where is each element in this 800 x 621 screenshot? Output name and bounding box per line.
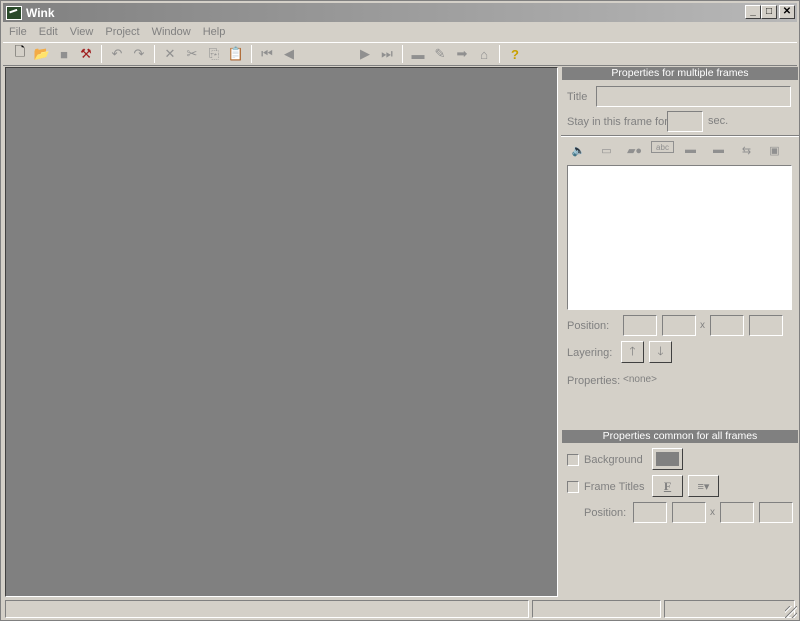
background-color-button[interactable] xyxy=(652,448,683,470)
position-x-field[interactable] xyxy=(623,315,657,336)
undo-icon[interactable]: ↶ xyxy=(106,44,128,64)
menu-view[interactable]: View xyxy=(64,26,100,38)
alignment-dropdown[interactable]: ≡▾ xyxy=(688,475,719,497)
title-field[interactable] xyxy=(596,86,791,107)
titles-width-field[interactable] xyxy=(720,502,754,523)
link-icon[interactable]: ⇆ xyxy=(735,141,758,159)
maximize-button[interactable]: □ xyxy=(761,5,777,19)
toolbar-separator xyxy=(402,45,403,63)
position-y-field[interactable] xyxy=(662,315,696,336)
status-pane-2 xyxy=(532,600,661,618)
menu-help[interactable]: Help xyxy=(197,26,232,38)
common-frames-header: Properties common for all frames xyxy=(562,430,798,443)
stay-label: Stay in this frame for xyxy=(567,116,668,128)
frame-titles-checkbox[interactable] xyxy=(567,481,579,493)
toolbar: 🗋 📂 ■ ⚒ ↶ ↷ ✕ ✂ ⎘ 📋 ⏮ ◀ ▶ ⏭ ▬ ✎ ➡ ⌂ ? xyxy=(3,42,797,66)
width-field[interactable] xyxy=(710,315,744,336)
status-pane-main xyxy=(5,600,529,618)
layer-up-button[interactable]: 🡑 xyxy=(621,341,644,363)
callout-icon[interactable]: ▭ xyxy=(595,141,618,159)
help-icon[interactable]: ? xyxy=(504,44,526,64)
menu-bar: File Edit View Project Window Help xyxy=(3,23,797,41)
properties-label: Properties: xyxy=(567,375,621,387)
shape-icon[interactable]: ▰● xyxy=(623,141,646,159)
titles-height-field[interactable] xyxy=(759,502,793,523)
box-icon[interactable]: ▬ xyxy=(679,141,702,159)
minimize-button[interactable]: _ xyxy=(745,5,761,19)
paste-icon[interactable]: 📋 xyxy=(225,44,247,64)
titles-position-label: Position: xyxy=(584,507,627,519)
multi-frame-header: Properties for multiple frames xyxy=(562,67,798,80)
text-icon[interactable]: abc xyxy=(651,141,674,153)
titles-y-field[interactable] xyxy=(672,502,706,523)
open-folder-icon[interactable]: 📂 xyxy=(31,44,53,64)
title-label: Title xyxy=(567,91,588,103)
wink-logo-icon xyxy=(6,5,22,20)
layering-label: Layering: xyxy=(567,347,613,359)
size-separator: x xyxy=(700,320,705,331)
last-frame-icon[interactable]: ⏭ xyxy=(376,44,398,64)
redo-icon[interactable]: ↷ xyxy=(128,44,150,64)
color-swatch xyxy=(656,452,679,466)
next-frame-icon[interactable]: ▶ xyxy=(354,44,376,64)
font-button[interactable]: F xyxy=(652,475,683,497)
toolbar-separator xyxy=(101,45,102,63)
frame-object-toolbar: 🔈 ▭ ▰● abc ▬ ▬ ⇆ ▣ xyxy=(567,141,786,159)
properties-value: <none> xyxy=(623,374,657,385)
stay-seconds-field[interactable] xyxy=(667,111,703,132)
properties-panel: Properties for multiple frames Title Sta… xyxy=(561,67,799,597)
titles-x-field[interactable] xyxy=(633,502,667,523)
frame-icon[interactable]: ▬ xyxy=(407,44,429,64)
toolbar-separator xyxy=(251,45,252,63)
audio-icon[interactable]: 🔈 xyxy=(567,141,590,159)
button-icon[interactable]: ▣ xyxy=(763,141,786,159)
frame-titles-label: Frame Titles xyxy=(584,481,645,493)
titles-size-separator: x xyxy=(710,507,715,518)
first-frame-icon[interactable]: ⏮ xyxy=(256,44,278,64)
window-title: Wink xyxy=(26,5,55,20)
tools-icon[interactable]: ⚒ xyxy=(75,44,97,64)
close-button[interactable]: ✕ xyxy=(779,5,795,19)
background-label: Background xyxy=(584,454,643,466)
script-icon[interactable]: ✎ xyxy=(429,44,451,64)
background-checkbox[interactable] xyxy=(567,454,579,466)
height-field[interactable] xyxy=(749,315,783,336)
prev-frame-icon[interactable]: ◀ xyxy=(278,44,300,64)
resize-grip-icon[interactable] xyxy=(785,606,797,618)
title-bar: Wink _ □ ✕ xyxy=(3,3,797,22)
window-controls: _ □ ✕ xyxy=(745,5,795,19)
status-pane-3 xyxy=(664,600,795,618)
new-file-icon[interactable]: 🗋 xyxy=(9,44,31,64)
save-icon[interactable]: ■ xyxy=(53,44,75,64)
frame-workspace[interactable] xyxy=(5,67,558,597)
seconds-label: sec. xyxy=(708,115,729,127)
copy-icon[interactable]: ⎘ xyxy=(203,44,225,64)
note-icon[interactable]: ▬ xyxy=(707,141,730,159)
menu-project[interactable]: Project xyxy=(99,26,145,38)
cut-icon[interactable]: ✂ xyxy=(181,44,203,64)
position-label: Position: xyxy=(567,320,610,332)
status-bar xyxy=(3,600,799,620)
toolbar-separator xyxy=(499,45,500,63)
divider xyxy=(561,135,799,137)
layer-down-button[interactable]: 🡓 xyxy=(649,341,672,363)
app-window: Wink _ □ ✕ File Edit View Project Window… xyxy=(0,0,800,621)
home-icon[interactable]: ⌂ xyxy=(473,44,495,64)
delete-icon[interactable]: ✕ xyxy=(159,44,181,64)
frame-objects-list[interactable] xyxy=(567,165,792,310)
menu-edit[interactable]: Edit xyxy=(33,26,64,38)
arrow-right-icon[interactable]: ➡ xyxy=(451,44,473,64)
toolbar-separator xyxy=(154,45,155,63)
menu-window[interactable]: Window xyxy=(146,26,197,38)
menu-file[interactable]: File xyxy=(3,26,33,38)
